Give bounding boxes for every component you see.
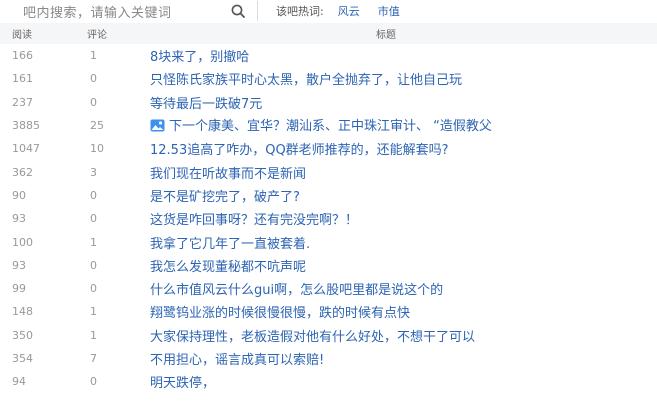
post-title-link[interactable]: 只怪陈氏家族平时心太黑，散户全抛弃了，让他自己玩	[150, 69, 462, 88]
table-row: 93 0 这货是咋回事呀？还有完没完啊？！	[0, 207, 657, 230]
reply-count: 0	[90, 282, 97, 296]
post-title-text: 我怎么发现董秘都不吭声呢	[150, 259, 307, 275]
search-icon[interactable]	[231, 4, 245, 18]
post-title-link[interactable]: 我怎么发现董秘都不吭声呢	[150, 256, 306, 275]
table-row: 362 3 我们现在听故事而不是新闻	[0, 160, 657, 183]
post-title-link[interactable]: 不用担心，谣言成真可以索赔!	[150, 349, 324, 368]
read-count: 166	[12, 49, 33, 63]
post-title-link[interactable]: 翔鹭钨业涨的时候很慢很慢，跌的时候有点快	[150, 302, 410, 321]
read-count: 3885	[12, 119, 40, 133]
read-count: 1047	[12, 142, 40, 156]
read-count: 237	[12, 95, 33, 109]
reply-count: 0	[90, 188, 97, 202]
post-title-link[interactable]: 明天跌停，	[150, 372, 215, 391]
post-title-link[interactable]: 下一个康美、宜华？潮汕系、正中珠江审计、 “造假教父	[150, 115, 492, 136]
post-title-link[interactable]: 大家保持理性，老板造假对他有什么好处，不想干了可以	[150, 326, 475, 345]
post-title-link[interactable]: 我们现在听故事而不是新闻	[150, 163, 306, 182]
reply-count: 1	[90, 235, 97, 249]
table-row: 99 0 什么市值风云什么gui啊，怎么股吧里都是说这个的	[0, 277, 657, 300]
post-title-text: 不用担心，谣言成真可以索赔!	[150, 353, 325, 368]
header-reply: 评论	[87, 30, 107, 41]
reply-count: 0	[90, 72, 97, 86]
read-count: 90	[12, 188, 26, 202]
hot-word-link[interactable]: 风云	[338, 3, 360, 19]
post-title-text: 这货是咋回事呀？还有完没完啊？！	[150, 213, 359, 229]
hot-words-label: 该吧热词:	[276, 5, 324, 18]
table-row: 3885 25 下一个康美、宜华？潮汕系、正中珠江审计、 “造假教父	[0, 114, 657, 137]
post-title-text: 明天跌停，	[150, 376, 216, 392]
reply-count: 1	[90, 305, 97, 319]
read-count: 93	[12, 258, 26, 272]
read-count: 99	[12, 282, 26, 296]
reply-count: 3	[90, 165, 97, 179]
post-title-text: 大家保持理性，老板造假对他有什么好处，不想干了可以	[150, 329, 476, 345]
table-row: 93 0 我怎么发现董秘都不吭声呢	[0, 254, 657, 277]
reply-count: 1	[90, 49, 97, 63]
read-count: 94	[12, 375, 26, 389]
reply-count: 0	[90, 375, 97, 389]
post-title-link[interactable]: 这货是咋回事呀？还有完没完啊？！	[150, 209, 358, 228]
reply-count: 0	[90, 258, 97, 272]
search-input[interactable]: 吧内搜索，请输入关键词	[23, 2, 172, 21]
post-title-text: 8块来了，别撤哈	[150, 50, 250, 66]
table-row: 100 1 我拿了它几年了一直被套着.	[0, 230, 657, 253]
reply-count: 0	[90, 95, 97, 109]
read-count: 148	[12, 305, 33, 319]
reply-count: 25	[90, 119, 104, 133]
header-read: 阅读	[12, 30, 32, 41]
table-row: 350 1 大家保持理性，老板造假对他有什么好处，不想干了可以	[0, 324, 657, 347]
reply-count: 7	[90, 352, 97, 365]
hot-word-link[interactable]: 市值	[378, 3, 400, 19]
table-row: 161 0 只怪陈氏家族平时心太黑，散户全抛弃了，让他自己玩	[0, 67, 657, 90]
table-row: 94 0 明天跌停，	[0, 370, 657, 393]
table-row: 1047 10 12.53追高了咋办，QQ群老师推荐的，还能解套吗?	[0, 137, 657, 160]
search-box[interactable]: 吧内搜索，请输入关键词	[8, 1, 258, 21]
post-title-text: 翔鹭钨业涨的时候很慢很慢，跌的时候有点快	[150, 306, 411, 322]
post-title-text: 什么市值风云什么gui啊，怎么股吧里都是说这个的	[150, 283, 444, 299]
post-title-link[interactable]: 什么市值风云什么gui啊，怎么股吧里都是说这个的	[150, 279, 443, 298]
post-title-text: 12.53追高了咋办，QQ群老师推荐的，还能解套吗?	[150, 143, 449, 159]
image-icon	[150, 119, 165, 136]
read-count: 100	[12, 235, 33, 249]
post-list: 166 1 8块来了，别撤哈 161 0 只怪陈氏家族平时心太黑，散户全抛弃了，让他自己玩…	[0, 44, 657, 393]
read-count: 161	[12, 72, 33, 86]
post-title-link[interactable]: 12.53追高了咋办，QQ群老师推荐的，还能解套吗?	[150, 139, 449, 158]
reply-count: 0	[90, 212, 97, 226]
read-count: 362	[12, 165, 33, 179]
read-count: 354	[12, 352, 33, 365]
table-row: 90 0 是不是矿挖完了，破产了?	[0, 184, 657, 207]
table-row: 166 1 8块来了，别撤哈	[0, 44, 657, 67]
post-title-text: 下一个康美、宜华？潮汕系、正中珠江审计、 “造假教父	[169, 119, 492, 135]
post-title-text: 只怪陈氏家族平时心太黑，散户全抛弃了，让他自己玩	[150, 73, 463, 89]
table-row: 148 1 翔鹭钨业涨的时候很慢很慢，跌的时候有点快	[0, 300, 657, 323]
post-title-link[interactable]: 等待最后一跌破7元	[150, 93, 262, 112]
table-row: 237 0 等待最后一跌破7元	[0, 91, 657, 114]
table-row: 354 7 不用担心，谣言成真可以索赔!	[0, 347, 657, 370]
reply-count: 10	[90, 142, 104, 156]
post-title-link[interactable]: 是不是矿挖完了，破产了?	[150, 186, 300, 205]
post-title-text: 我拿了它几年了一直被套着.	[150, 236, 311, 252]
post-title-text: 我们现在听故事而不是新闻	[150, 166, 307, 182]
table-header: 阅读 评论 标题	[0, 23, 657, 44]
reply-count: 1	[90, 328, 97, 342]
header-title: 标题	[376, 30, 396, 41]
post-title-text: 是不是矿挖完了，破产了?	[150, 189, 300, 205]
post-title-link[interactable]: 8块来了，别撤哈	[150, 46, 249, 65]
post-title-text: 等待最后一跌破7元	[150, 96, 263, 112]
read-count: 350	[12, 328, 33, 342]
top-bar: 吧内搜索，请输入关键词 该吧热词: 风云 市值	[0, 0, 657, 22]
read-count: 93	[12, 212, 26, 226]
post-title-link[interactable]: 我拿了它几年了一直被套着.	[150, 233, 310, 252]
